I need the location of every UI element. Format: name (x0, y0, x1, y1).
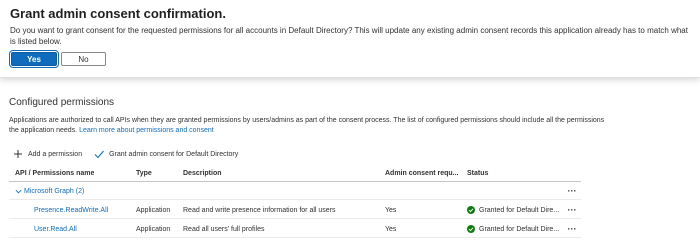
section-title: Configured permissions (9, 97, 115, 108)
admin-consent-required: Yes (385, 206, 397, 214)
table-row: Presence.ReadWrite.All Application Read … (9, 202, 581, 219)
column-header-type[interactable]: Type (136, 166, 182, 181)
group-row-microsoft-graph: Microsoft Graph (2) ··· (9, 184, 581, 200)
no-button[interactable]: No (61, 52, 106, 66)
chevron-down-icon (15, 188, 22, 195)
permission-type: Application (136, 225, 171, 233)
table-row: User.Read.All Application Read all users… (9, 221, 581, 238)
section-description: Applications are authorized to call APIs… (9, 116, 609, 136)
column-header-description[interactable]: Description (183, 166, 383, 181)
column-header-status[interactable]: Status (467, 166, 567, 181)
column-header-api[interactable]: API / Permissions name (15, 166, 133, 181)
consent-confirmation-panel: Grant admin consent confirmation. Do you… (0, 0, 700, 78)
permission-name-link[interactable]: User.Read.All (34, 226, 77, 233)
plus-icon (13, 149, 23, 159)
permission-name-link[interactable]: Presence.ReadWrite.All (34, 207, 108, 214)
status-text: Granted for Default Dire... (479, 206, 560, 214)
status-text: Granted for Default Dire... (479, 225, 560, 233)
learn-more-link[interactable]: Learn more about permissions and consent (79, 127, 214, 134)
admin-consent-required: Yes (385, 225, 397, 233)
dialog-title: Grant admin consent confirmation. (10, 6, 226, 21)
dialog-message: Do you want to grant consent for the req… (10, 26, 688, 46)
permission-description: Read and write presence information for … (183, 206, 336, 214)
checkmark-icon (94, 149, 105, 159)
more-options-icon[interactable]: ··· (568, 224, 577, 233)
group-toggle[interactable]: Microsoft Graph (2) (15, 188, 84, 195)
yes-button[interactable]: Yes (9, 50, 59, 68)
grant-admin-consent-button[interactable]: Grant admin consent for Default Director… (94, 149, 238, 159)
more-options-icon[interactable]: ··· (568, 187, 577, 196)
permission-description: Read all users' full profiles (183, 225, 265, 233)
add-permission-button[interactable]: Add a permission (13, 149, 82, 159)
grant-admin-consent-label: Grant admin consent for Default Director… (109, 150, 239, 158)
column-header-admin-consent[interactable]: Admin consent requ... (385, 166, 465, 181)
add-permission-label: Add a permission (28, 150, 83, 158)
success-check-icon (467, 206, 475, 214)
table-header: API / Permissions name Type Description … (9, 166, 581, 182)
permissions-toolbar: Add a permission Grant admin consent for… (13, 148, 250, 160)
success-check-icon (467, 225, 475, 233)
more-options-icon[interactable]: ··· (568, 205, 577, 214)
group-label: Microsoft Graph (2) (24, 188, 85, 195)
permission-type: Application (136, 206, 171, 214)
